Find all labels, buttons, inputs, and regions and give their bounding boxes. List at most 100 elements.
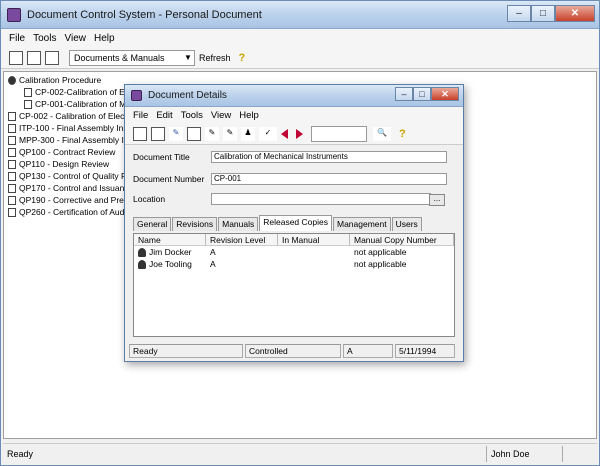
tab-general[interactable]: General <box>133 217 172 231</box>
column-copy-number[interactable]: Manual Copy Number <box>350 234 454 245</box>
dialog-menu-help[interactable]: Help <box>239 110 259 121</box>
save-icon[interactable] <box>151 126 165 141</box>
row-in-manual <box>278 246 350 258</box>
dialog-close-button[interactable]: ✕ <box>431 87 459 101</box>
tree-item-label: QP110 - Design Review <box>19 159 110 169</box>
document-icon <box>8 147 16 157</box>
document-icon <box>8 123 16 133</box>
doc-number-field[interactable]: CP-001 <box>211 173 447 185</box>
minimize-button[interactable]: – <box>507 5 531 22</box>
edit-icon[interactable]: ✎ <box>169 126 183 141</box>
document-icon <box>8 183 16 193</box>
list-header: Name Revision Level In Manual Manual Cop… <box>134 234 454 246</box>
print-icon[interactable] <box>45 50 59 65</box>
open-document-icon[interactable] <box>27 50 41 65</box>
menu-tools[interactable]: Tools <box>33 33 56 44</box>
app-icon <box>7 7 21 22</box>
document-details-dialog: Document Details – □ ✕ File Edit Tools V… <box>124 84 464 362</box>
tab-revisions[interactable]: Revisions <box>172 217 218 231</box>
menu-file[interactable]: File <box>9 33 25 44</box>
dialog-menubar: File Edit Tools View Help <box>125 107 463 123</box>
tree-item-label: QP100 - Contract Review <box>19 147 116 157</box>
tab-management[interactable]: Management <box>332 217 391 231</box>
column-revision[interactable]: Revision Level <box>206 234 278 245</box>
document-icon <box>8 195 16 205</box>
released-copies-list[interactable]: Name Revision Level In Manual Manual Cop… <box>133 233 455 337</box>
dialog-menu-tools[interactable]: Tools <box>181 110 203 121</box>
location-field[interactable] <box>211 193 431 205</box>
resize-grip[interactable] <box>563 446 583 462</box>
tab-manuals[interactable]: Manuals <box>218 217 259 231</box>
tree-item-label: QP130 - Control of Quality R <box>19 171 128 181</box>
row-in-manual <box>278 258 350 270</box>
dialog-status-rev: A <box>343 344 393 358</box>
document-icon <box>8 111 16 121</box>
tree-item-label: CP-002-Calibration of El <box>35 87 127 97</box>
tree-item-label: QP190 - Corrective and Prev <box>19 195 129 205</box>
column-in-manual[interactable]: In Manual <box>278 234 350 245</box>
tree-item-label: MPP-300 - Final Assembly In <box>19 135 129 145</box>
manual-icon[interactable] <box>187 126 201 141</box>
user-icon <box>138 248 146 258</box>
tree-item-label: QP260 - Certification of Audi <box>19 207 127 217</box>
doc-title-field[interactable]: Calibration of Mechanical Instruments <box>211 151 447 163</box>
dialog-status-date: 5/11/1994 <box>395 344 455 358</box>
tree-item-label: CP-001-Calibration of Me <box>35 99 131 109</box>
new-document-icon[interactable] <box>9 50 23 65</box>
doc-number-row: Document Number CP-001 <box>133 173 447 185</box>
users-icon[interactable]: ♟ <box>241 126 255 141</box>
folder-icon <box>8 75 16 85</box>
help-icon[interactable]: ? <box>239 52 246 64</box>
main-titlebar[interactable]: Document Control System - Personal Docum… <box>1 1 599 29</box>
dialog-menu-edit[interactable]: Edit <box>156 110 172 121</box>
status-text: Ready <box>3 445 487 462</box>
dialog-help-icon[interactable]: ? <box>399 128 406 140</box>
row-copy: not applicable <box>354 259 407 269</box>
document-icon <box>8 135 16 145</box>
status-user: John Doe <box>487 445 563 462</box>
view-combo[interactable]: Documents & Manuals ▼ <box>69 49 195 66</box>
maximize-button[interactable]: □ <box>531 5 555 22</box>
main-menubar: File Tools View Help <box>1 29 599 47</box>
dialog-menu-view[interactable]: View <box>211 110 231 121</box>
location-label: Location <box>133 194 166 204</box>
user-edit-icon[interactable]: ✎ <box>223 126 237 141</box>
document-icon <box>24 87 32 97</box>
close-button[interactable]: ✕ <box>555 5 595 22</box>
main-toolbar: Documents & Manuals ▼ Refresh ? <box>1 47 599 69</box>
refresh-button[interactable]: Refresh <box>199 53 231 63</box>
column-name[interactable]: Name <box>134 234 206 245</box>
dialog-statusbar: Ready Controlled A 5/11/1994 <box>129 344 461 358</box>
next-icon[interactable] <box>296 128 303 139</box>
window-title: Document Control System - Personal Docum… <box>27 8 262 21</box>
dialog-menu-file[interactable]: File <box>133 110 148 121</box>
dialog-maximize-button[interactable]: □ <box>413 87 431 101</box>
previous-icon[interactable] <box>281 128 288 139</box>
properties-icon[interactable] <box>133 126 147 141</box>
table-row[interactable]: Joe Tooling A not applicable <box>134 258 454 270</box>
tab-users[interactable]: Users <box>391 217 422 231</box>
row-name: Jim Docker <box>149 247 192 257</box>
doc-title-label: Document Title <box>133 152 190 162</box>
menu-view[interactable]: View <box>64 33 86 44</box>
table-row[interactable]: Jim Docker A not applicable <box>134 246 454 258</box>
row-name-cell: Jim Docker <box>134 246 206 258</box>
row-copy: not applicable <box>354 247 407 257</box>
binoculars-icon[interactable]: 🔍 <box>373 126 391 141</box>
dialog-icon <box>131 90 142 101</box>
search-field[interactable] <box>311 125 367 142</box>
user-check-icon[interactable]: ✎ <box>205 126 219 141</box>
dialog-status-state: Ready <box>129 344 243 358</box>
view-combo-value: Documents & Manuals <box>74 52 165 63</box>
dialog-minimize-button[interactable]: – <box>395 87 413 101</box>
row-name-cell: Joe Tooling <box>134 258 206 270</box>
dialog-titlebar[interactable]: Document Details – □ ✕ <box>125 85 463 107</box>
browse-button[interactable]: ... <box>429 194 445 206</box>
menu-help[interactable]: Help <box>94 33 115 44</box>
doc-number-label: Document Number <box>133 174 205 184</box>
dialog-toolbar: ✎ ✎ ✎ ♟ ✓ 🔍 ? <box>125 123 463 145</box>
tree-item-label: CP-002 - Calibration of Elect <box>19 111 127 121</box>
tab-released-copies[interactable]: Released Copies <box>259 215 332 231</box>
doc-title-row: Document Title Calibration of Mechanical… <box>133 151 447 163</box>
spellcheck-icon[interactable]: ✓ <box>259 126 277 141</box>
